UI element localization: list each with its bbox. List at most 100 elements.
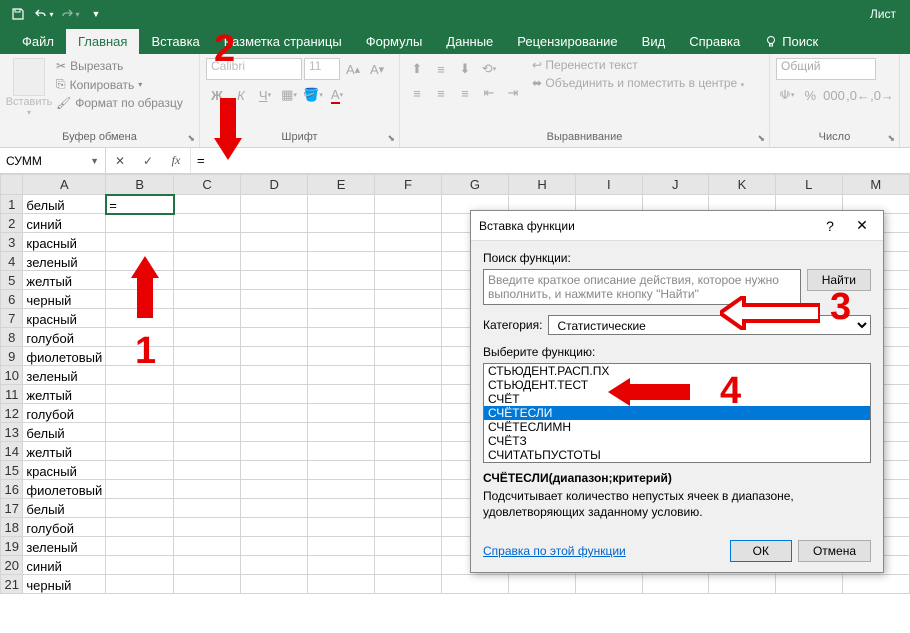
col-header-H[interactable]: H (509, 175, 576, 195)
row-header-4[interactable]: 4 (1, 252, 23, 271)
cell-C8[interactable] (174, 328, 241, 347)
tab-search[interactable]: Поиск (752, 29, 830, 54)
row-header-11[interactable]: 11 (1, 385, 23, 404)
inc-decimal-icon[interactable]: ,0← (847, 84, 869, 106)
close-icon[interactable]: ✕ (849, 216, 875, 236)
cell-F12[interactable] (375, 404, 442, 423)
row-header-9[interactable]: 9 (1, 347, 23, 366)
cell-C6[interactable] (174, 290, 241, 309)
col-header-E[interactable]: E (308, 175, 375, 195)
cell-E14[interactable] (308, 442, 375, 461)
function-item-2[interactable]: СЧЁТ (484, 392, 870, 406)
col-header-F[interactable]: F (375, 175, 442, 195)
cell-M21[interactable] (842, 575, 909, 594)
row-header-5[interactable]: 5 (1, 271, 23, 290)
copy-button[interactable]: ⎘Копировать ▾ (56, 76, 183, 93)
name-box[interactable]: СУММ ▼ (0, 148, 106, 173)
cell-C13[interactable] (174, 423, 241, 442)
col-header-B[interactable]: B (106, 175, 174, 195)
cell-B8[interactable] (106, 328, 174, 347)
tab-formulas[interactable]: Формулы (354, 29, 435, 54)
redo-icon[interactable]: ▾ (58, 2, 82, 26)
cell-E11[interactable] (308, 385, 375, 404)
cell-D2[interactable] (241, 214, 308, 233)
align-right-icon[interactable]: ≡ (454, 82, 476, 104)
cell-A6[interactable]: черный (23, 290, 106, 309)
cell-B6[interactable] (106, 290, 174, 309)
cell-E20[interactable] (308, 556, 375, 575)
indent-dec-icon[interactable]: ⇤ (478, 82, 500, 104)
tab-insert[interactable]: Вставка (139, 29, 211, 54)
cell-J21[interactable] (642, 575, 709, 594)
wrap-text-button[interactable]: ↩ Перенести текст (532, 58, 744, 72)
cell-F1[interactable] (375, 195, 442, 214)
cell-F2[interactable] (375, 214, 442, 233)
cell-D15[interactable] (241, 461, 308, 480)
cell-B4[interactable] (106, 252, 174, 271)
row-header-14[interactable]: 14 (1, 442, 23, 461)
cell-C16[interactable] (174, 480, 241, 499)
cell-C2[interactable] (174, 214, 241, 233)
tab-data[interactable]: Данные (434, 29, 505, 54)
cell-B16[interactable] (106, 480, 174, 499)
cell-D9[interactable] (241, 347, 308, 366)
category-select[interactable]: Статистические (548, 315, 871, 335)
row-header-15[interactable]: 15 (1, 461, 23, 480)
col-header-M[interactable]: M (842, 175, 909, 195)
cell-D7[interactable] (241, 309, 308, 328)
cell-C15[interactable] (174, 461, 241, 480)
row-header-17[interactable]: 17 (1, 499, 23, 518)
cell-C4[interactable] (174, 252, 241, 271)
cell-C7[interactable] (174, 309, 241, 328)
cell-D14[interactable] (241, 442, 308, 461)
row-header-21[interactable]: 21 (1, 575, 23, 594)
help-link[interactable]: Справка по этой функции (483, 544, 626, 558)
cell-C18[interactable] (174, 518, 241, 537)
cell-B9[interactable] (106, 347, 174, 366)
cell-A11[interactable]: желтый (23, 385, 106, 404)
cell-L21[interactable] (775, 575, 842, 594)
cell-B15[interactable] (106, 461, 174, 480)
comma-icon[interactable]: 000 (823, 84, 845, 106)
enter-formula-button[interactable]: ✓ (134, 154, 162, 168)
cell-D17[interactable] (241, 499, 308, 518)
bold-button[interactable]: Ж (206, 84, 228, 106)
insert-function-button[interactable]: fx (162, 153, 190, 168)
cell-B19[interactable] (106, 537, 174, 556)
function-listbox[interactable]: СТЬЮДЕНТ.РАСП.ПХСТЬЮДЕНТ.ТЕСТСЧЁТСЧЁТЕСЛ… (483, 363, 871, 463)
cell-E7[interactable] (308, 309, 375, 328)
formula-input[interactable]: = (190, 148, 910, 173)
cell-B18[interactable] (106, 518, 174, 537)
cell-D10[interactable] (241, 366, 308, 385)
cell-B13[interactable] (106, 423, 174, 442)
cell-B3[interactable] (106, 233, 174, 252)
cell-D20[interactable] (241, 556, 308, 575)
cell-D21[interactable] (241, 575, 308, 594)
cell-F6[interactable] (375, 290, 442, 309)
cell-E1[interactable] (308, 195, 375, 214)
cell-D18[interactable] (241, 518, 308, 537)
cell-B10[interactable] (106, 366, 174, 385)
row-header-13[interactable]: 13 (1, 423, 23, 442)
cell-A16[interactable]: фиолетовый (23, 480, 106, 499)
cell-D1[interactable] (241, 195, 308, 214)
cell-F21[interactable] (375, 575, 442, 594)
find-button[interactable]: Найти (807, 269, 871, 291)
function-item-5[interactable]: СЧЁТЗ (484, 434, 870, 448)
cell-A7[interactable]: красный (23, 309, 106, 328)
cell-A20[interactable]: синий (23, 556, 106, 575)
font-name-select[interactable]: Calibri (206, 58, 302, 80)
cell-E17[interactable] (308, 499, 375, 518)
cancel-formula-button[interactable]: ✕ (106, 154, 134, 168)
cell-F20[interactable] (375, 556, 442, 575)
cell-E10[interactable] (308, 366, 375, 385)
cell-F5[interactable] (375, 271, 442, 290)
cell-C5[interactable] (174, 271, 241, 290)
dec-decimal-icon[interactable]: ,0→ (871, 84, 893, 106)
cell-F4[interactable] (375, 252, 442, 271)
ok-button[interactable]: ОК (730, 540, 792, 562)
select-all-corner[interactable] (1, 175, 23, 195)
cancel-button[interactable]: Отмена (798, 540, 871, 562)
cell-F9[interactable] (375, 347, 442, 366)
cell-A9[interactable]: фиолетовый (23, 347, 106, 366)
